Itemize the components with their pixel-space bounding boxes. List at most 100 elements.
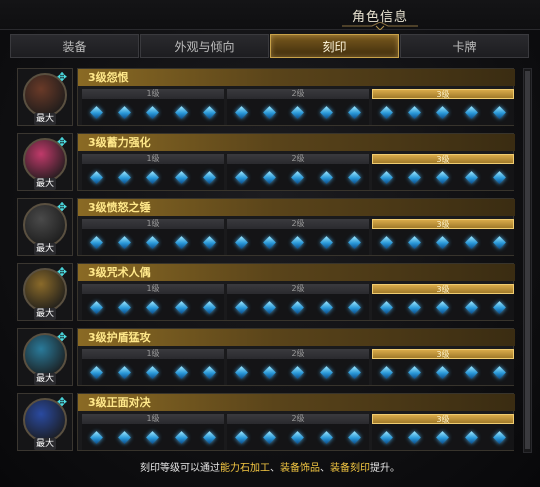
gem-icon: [118, 170, 131, 184]
footer-prefix: 刻印等级可以通过: [140, 463, 220, 474]
gem-icon: [146, 170, 160, 184]
gem-icon: [203, 105, 217, 119]
gem-icon: [436, 170, 450, 184]
engraving-row[interactable]: ✥ 最大 3级咒术人偶 1级 2级 3级: [17, 263, 517, 321]
gem-icon: [291, 235, 305, 249]
level-label: 1级: [82, 414, 224, 424]
gem-icon: [348, 105, 362, 119]
gem-row: [227, 229, 369, 255]
gem-icon: [493, 365, 507, 379]
level-label: 1级: [82, 154, 224, 164]
engraving-name: 3级蓄力强化: [78, 134, 515, 151]
gem-icon: [89, 430, 103, 444]
gem-icon: [263, 170, 276, 184]
gem-row: [227, 424, 369, 450]
engraving-level-1: 1级: [82, 219, 224, 255]
gem-icon: [234, 105, 248, 119]
gem-icon: [174, 105, 188, 119]
gem-row: [82, 424, 224, 450]
gem-row: [227, 99, 369, 125]
level-label: 2级: [227, 414, 369, 424]
level-label: 2级: [227, 154, 369, 164]
engraving-level-2: 2级: [227, 154, 369, 190]
gem-row: [372, 359, 514, 385]
level-label: 2级: [227, 219, 369, 229]
footer-highlight-ability-stone: 能力石加工: [220, 463, 270, 474]
footer-sep: 、: [320, 463, 330, 474]
gem-icon: [379, 365, 393, 379]
engraving-level-2: 2级: [227, 349, 369, 385]
engraving-panel: 3级咒术人偶 1级 2级 3级: [77, 263, 515, 321]
level-label: 1级: [82, 219, 224, 229]
gem-icon: [263, 105, 276, 119]
level-label: 3级: [372, 349, 514, 359]
gem-icon: [174, 365, 188, 379]
level-label: 3级: [372, 414, 514, 424]
gem-icon: [291, 300, 305, 314]
gem-icon: [379, 235, 393, 249]
gem-icon: [234, 430, 248, 444]
engraving-row[interactable]: ✥ 最大 3级蓄力强化 1级 2级 3级: [17, 133, 517, 191]
gem-icon: [146, 430, 160, 444]
gem-icon: [379, 430, 393, 444]
gem-icon: [379, 170, 393, 184]
gem-icon: [436, 430, 450, 444]
gem-icon: [291, 170, 305, 184]
engraving-panel: 3级怨恨 1级 2级 3级: [77, 68, 515, 126]
gem-icon: [319, 365, 333, 379]
gem-icon: [464, 365, 478, 379]
gem-icon: [146, 300, 160, 314]
gem-icon: [89, 170, 103, 184]
engraving-icon: ✥ 最大: [17, 263, 73, 321]
gem-icon: [234, 365, 248, 379]
gem-icon: [436, 365, 450, 379]
footer-sep: 、: [270, 463, 280, 474]
gem-icon: [464, 105, 478, 119]
engraving-icon: ✥ 最大: [17, 133, 73, 191]
scrollbar[interactable]: [523, 68, 532, 453]
gem-icon: [174, 170, 188, 184]
gem-icon: [203, 300, 217, 314]
gem-icon: [89, 300, 103, 314]
engraving-level-2: 2级: [227, 219, 369, 255]
engraving-name: 3级怨恨: [78, 69, 515, 86]
gem-row: [372, 424, 514, 450]
engraving-name: 3级咒术人偶: [78, 264, 515, 281]
gem-icon: [348, 365, 362, 379]
tab-engraving[interactable]: 刻印: [270, 34, 399, 58]
engraving-row[interactable]: ✥ 最大 3级正面对决 1级 2级 3级: [17, 393, 517, 451]
gem-row: [82, 229, 224, 255]
gem-icon: [291, 430, 305, 444]
character-info-window: 角色信息 装备 外观与倾向 刻印 卡牌 ✥ 最大 3级怨恨 1级 2级 3级 ✥ 最大 3级蓄力…: [0, 0, 540, 487]
gem-icon: [464, 170, 478, 184]
gem-icon: [348, 300, 362, 314]
max-badge: 最大: [34, 113, 56, 125]
engraving-row[interactable]: ✥ 最大 3级怨恨 1级 2级 3级: [17, 68, 517, 126]
tab-cards[interactable]: 卡牌: [400, 34, 529, 58]
tab-equipment[interactable]: 装备: [10, 34, 139, 58]
engraving-level-3: 3级: [372, 89, 514, 125]
engraving-row[interactable]: ✥ 最大 3级愤怒之锤 1级 2级 3级: [17, 198, 517, 256]
engraving-level-1: 1级: [82, 414, 224, 450]
engraving-name: 3级正面对决: [78, 394, 515, 411]
tab-appearance[interactable]: 外观与倾向: [140, 34, 269, 58]
gem-icon: [174, 430, 188, 444]
engraving-row[interactable]: ✥ 最大 3级护盾猛攻 1级 2级 3级: [17, 328, 517, 386]
gem-icon: [89, 105, 103, 119]
gem-icon: [234, 170, 248, 184]
level-label: 3级: [372, 284, 514, 294]
gem-row: [372, 229, 514, 255]
engraving-level-2: 2级: [227, 89, 369, 125]
engraving-level-3: 3级: [372, 219, 514, 255]
level-label: 3级: [372, 89, 514, 99]
gem-icon: [203, 365, 217, 379]
gem-row: [372, 164, 514, 190]
gem-icon: [319, 300, 333, 314]
engraving-panel: 3级蓄力强化 1级 2级 3级: [77, 133, 515, 191]
engraving-rune-icon: ✥: [56, 200, 68, 214]
max-badge: 最大: [34, 373, 56, 385]
engraving-level-1: 1级: [82, 89, 224, 125]
scroll-thumb[interactable]: [525, 71, 530, 449]
gem-icon: [146, 365, 160, 379]
engraving-level-1: 1级: [82, 349, 224, 385]
